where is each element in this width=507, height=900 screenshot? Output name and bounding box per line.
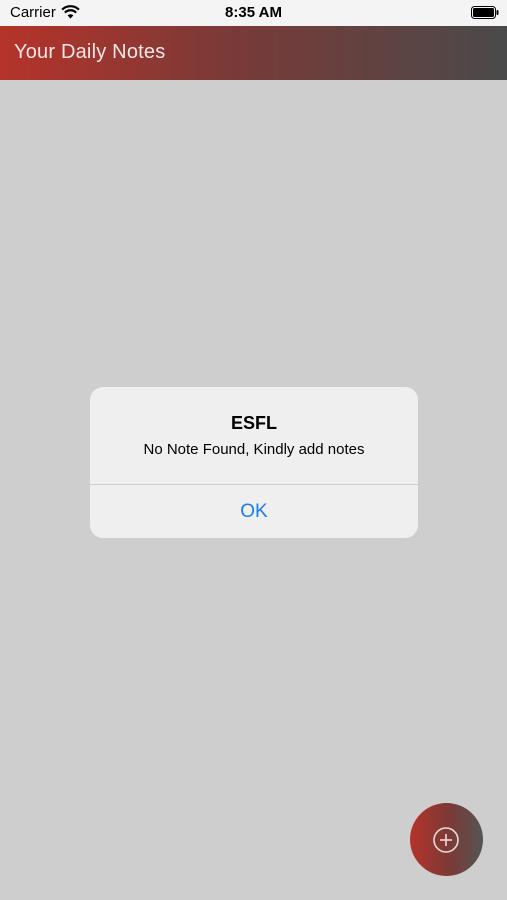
battery-icon [471,6,499,19]
alert-message: No Note Found, Kindly add notes [143,441,365,458]
alert-dialog: ESFL No Note Found, Kindly add notes OK [90,387,418,538]
add-note-button[interactable] [410,803,483,876]
add-icon [433,827,459,853]
alert-title: ESFL [230,413,277,433]
ok-button[interactable]: OK [90,485,418,538]
status-bar: Carrier 8:35 AM [0,0,507,26]
status-time: 8:35 AM [225,4,282,21]
navigation-bar: Your Daily Notes [0,26,507,80]
app-screen: Carrier 8:35 AM Your Daily Notes ESFL No… [0,0,507,900]
page-title: Your Daily Notes [14,41,166,63]
